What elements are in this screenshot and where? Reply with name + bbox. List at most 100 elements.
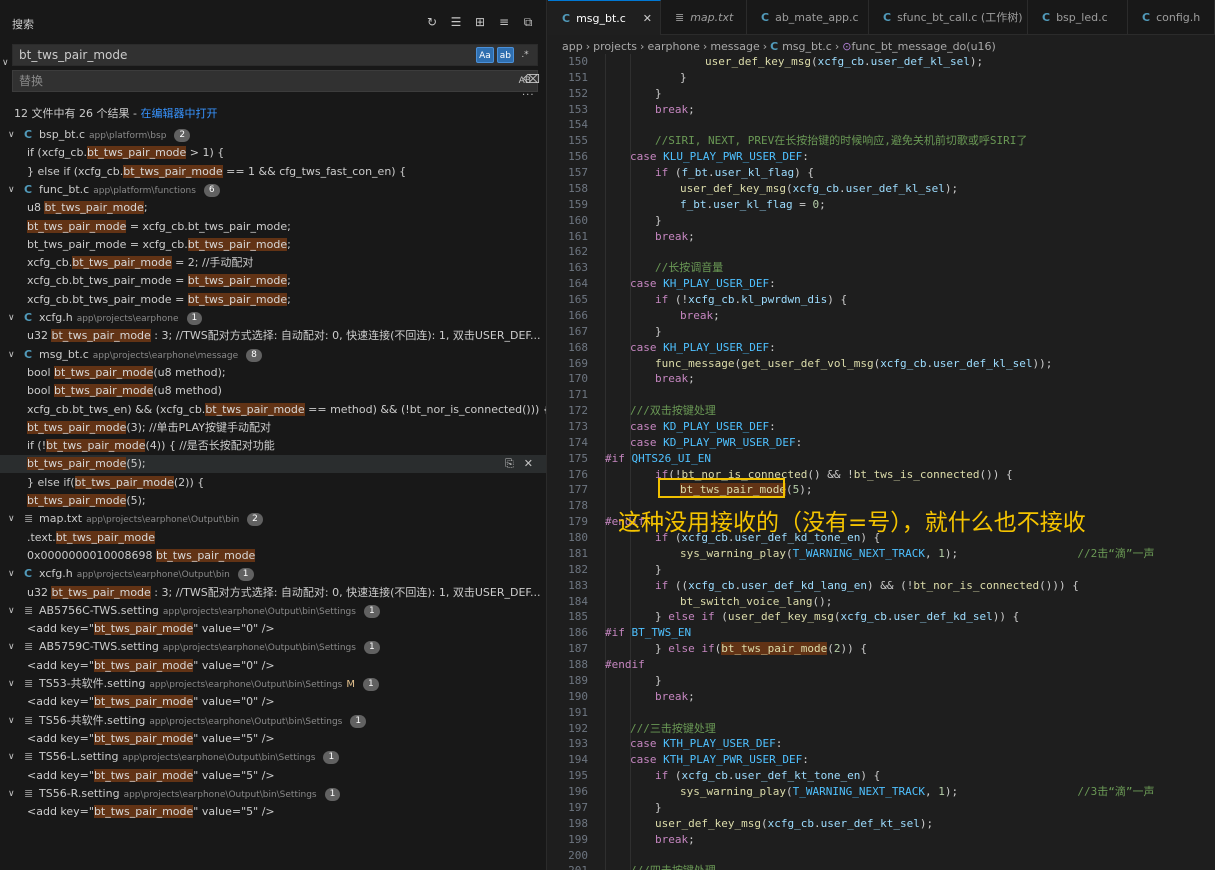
match-count-badge: 2	[247, 513, 263, 527]
result-match-row[interactable]: <add key="bt_tws_pair_mode" value="5" />	[0, 803, 546, 821]
result-file-row[interactable]: ∨ Cbsp_bt.c app\platform\bsp 2	[0, 126, 546, 144]
result-file-row[interactable]: ∨ Cmsg_bt.c app\projects\earphone\message 8	[0, 346, 546, 364]
result-match-row[interactable]: bt_tws_pair_mode = xcfg_cb.bt_tws_pair_m…	[0, 236, 546, 254]
replace-icon[interactable]: ⎘	[505, 455, 514, 473]
close-icon[interactable]: ✕	[643, 1, 652, 35]
chevron-down-icon[interactable]: ∨	[8, 181, 15, 199]
result-match-row[interactable]: u8 bt_tws_pair_mode;	[0, 199, 546, 217]
breadcrumb-item[interactable]: message	[710, 40, 759, 53]
result-file-row[interactable]: ∨ Cxcfg.h app\projects\earphone\Output\bin…	[0, 565, 546, 583]
match-highlight: bt_tws_pair_mode	[205, 402, 305, 416]
result-file-row[interactable]: ∨ ≣ TS56-L.setting app\projects\earphone\Ou…	[0, 748, 546, 766]
result-match-row[interactable]: if (!bt_tws_pair_mode(4)) { //是否长按配对功能	[0, 437, 546, 455]
match-whole-word-toggle[interactable]: ab	[496, 47, 514, 63]
code-line: 162	[548, 244, 1215, 260]
result-match-row[interactable]: xcfg_cb.bt_tws_pair_mode = 2; //手动配对	[0, 254, 546, 272]
match-suffix: : 3; //TWS配对方式选择: 自动配对: 0, 快速连接(不回连): 1,…	[150, 585, 541, 599]
view-as-tree-icon[interactable]: ≡	[496, 14, 512, 30]
c-file-icon: C	[770, 40, 783, 53]
tab-map-txt[interactable]: ≣ map.txt	[661, 0, 747, 35]
toggle-replace-chevron-icon[interactable]: ∨	[2, 58, 9, 68]
result-file-row[interactable]: ∨ ≣ AB5759C-TWS.setting app\projects\earpho…	[0, 638, 546, 656]
code-token: (!	[674, 293, 689, 307]
result-match-row[interactable]: xcfg_cb.bt_tws_pair_mode = bt_tws_pair_m…	[0, 272, 546, 290]
open-in-editor-link[interactable]: 在编辑器中打开	[140, 107, 217, 120]
result-file-row[interactable]: ∨ Cfunc_bt.c app\platform\functions 6	[0, 181, 546, 199]
chevron-down-icon[interactable]: ∨	[8, 712, 15, 730]
match-text: xcfg_cb.bt_tws_pair_mode = bt_tws_pair_m…	[27, 272, 291, 290]
result-match-row[interactable]: if (xcfg_cb.bt_tws_pair_mode > 1) {	[0, 144, 546, 162]
c-file-icon: C	[24, 347, 33, 361]
line-number: 189	[568, 673, 588, 687]
result-match-row[interactable]: bt_tws_pair_mode(5);	[0, 492, 546, 510]
result-match-row[interactable]: u32 bt_tws_pair_mode : 3; //TWS配对方式选择: 自…	[0, 584, 546, 602]
clear-results-icon[interactable]: ☰	[448, 14, 464, 30]
result-match-row[interactable]: <add key="bt_tws_pair_mode" value="5" />	[0, 767, 546, 785]
result-file-row[interactable]: ∨ ≣ AB5756C-TWS.setting app\projects\earpho…	[0, 602, 546, 620]
chevron-down-icon[interactable]: ∨	[8, 748, 15, 766]
tab-config-h[interactable]: Cconfig.h	[1128, 0, 1215, 35]
line-number: 163	[568, 261, 588, 275]
replace-all-icon[interactable]: ⌫	[523, 72, 540, 86]
result-match-row[interactable]: xcfg_cb.bt_tws_en) && (xcfg_cb.bt_tws_pa…	[0, 401, 546, 419]
result-file-row[interactable]: ∨ ≣ map.txt app\projects\earphone\Output\bi…	[0, 510, 546, 528]
use-regex-toggle[interactable]: .*	[517, 47, 533, 63]
code-text: if (f_bt.user_kl_flag) {	[655, 165, 814, 181]
result-match-row[interactable]: <add key="bt_tws_pair_mode" value="5" />	[0, 730, 546, 748]
chevron-down-icon[interactable]: ∨	[8, 309, 15, 327]
tab-bsp-led-c[interactable]: Cbsp_led.c	[1028, 0, 1128, 35]
code-token: );	[944, 546, 1078, 560]
result-match-row[interactable]: } else if (xcfg_cb.bt_tws_pair_mode == 1…	[0, 163, 546, 181]
result-match-row[interactable]: bt_tws_pair_mode = xcfg_cb.bt_tws_pair_m…	[0, 218, 546, 236]
code-token: user_def_key_msg	[727, 610, 834, 624]
collapse-all-icon[interactable]: ⧉	[520, 14, 536, 30]
result-match-row[interactable]: <add key="bt_tws_pair_mode" value="0" />	[0, 620, 546, 638]
breadcrumb-item[interactable]: msg_bt.c	[782, 40, 832, 53]
code-view[interactable]: 150 user_def_key_msg(xcfg_cb.user_def_kl_…	[548, 54, 1215, 870]
result-file-row[interactable]: ∨ ≣ TS53-共软件.setting app\projects\earphone\…	[0, 675, 546, 693]
code-token: user_def_kd_lang_en	[741, 578, 867, 592]
result-match-row[interactable]: xcfg_cb.bt_tws_pair_mode = bt_tws_pair_m…	[0, 291, 546, 309]
tab-ab-mate-app-c[interactable]: Cab_mate_app.c	[747, 0, 869, 35]
result-match-row[interactable]: bt_tws_pair_mode(3); //单击PLAY按键手动配对	[0, 419, 546, 437]
line-number: 190	[568, 689, 588, 703]
chevron-down-icon[interactable]: ∨	[8, 638, 15, 656]
breadcrumb-item[interactable]: earphone	[647, 40, 699, 53]
chevron-down-icon[interactable]: ∨	[8, 346, 15, 364]
replace-input[interactable]: 替换 AB	[12, 70, 538, 92]
more-options-icon[interactable]: ···	[522, 90, 535, 101]
result-match-row[interactable]: } else if(bt_tws_pair_mode(2)) {	[0, 474, 546, 492]
chevron-down-icon[interactable]: ∨	[8, 785, 15, 803]
chevron-down-icon[interactable]: ∨	[8, 602, 15, 620]
result-match-row[interactable]: u32 bt_tws_pair_mode : 3; //TWS配对方式选择: 自…	[0, 327, 546, 345]
dismiss-icon[interactable]: ✕	[524, 455, 533, 473]
result-file-row[interactable]: ∨ Cxcfg.h app\projects\earphone 1	[0, 309, 546, 327]
result-match-row[interactable]: <add key="bt_tws_pair_mode" value="0" />	[0, 657, 546, 675]
result-match-row[interactable]: bool bt_tws_pair_mode(u8 method)	[0, 382, 546, 400]
search-input[interactable]: bt_tws_pair_mode Aa ab .*	[12, 44, 538, 66]
code-text: //长按调音量	[655, 260, 723, 276]
result-file-row[interactable]: ∨ ≣ TS56-R.setting app\projects\earphone\Ou…	[0, 785, 546, 803]
new-search-editor-icon[interactable]: ⊞	[472, 14, 488, 30]
result-match-row[interactable]: <add key="bt_tws_pair_mode" value="0" />	[0, 693, 546, 711]
breadcrumb-item[interactable]: app	[562, 40, 583, 53]
chevron-down-icon[interactable]: ∨	[8, 510, 15, 528]
chevron-down-icon[interactable]: ∨	[8, 126, 15, 144]
result-match-row[interactable]: .text.bt_tws_pair_mode	[0, 529, 546, 547]
chevron-down-icon[interactable]: ∨	[8, 565, 15, 583]
tab-msg-bt-c[interactable]: Cmsg_bt.c ✕	[548, 0, 661, 35]
result-file-row[interactable]: ∨ ≣ TS56-共软件.setting app\projects\earphone\…	[0, 712, 546, 730]
search-options: Aa ab .*	[476, 47, 533, 63]
chevron-down-icon[interactable]: ∨	[8, 675, 15, 693]
breadcrumb-item[interactable]: projects	[593, 40, 637, 53]
tab-sfunc-bt-call-c-[interactable]: Csfunc_bt_call.c (工作树)	[869, 0, 1028, 35]
code-line: 150 user_def_key_msg(xcfg_cb.user_def_kl_…	[548, 54, 1215, 70]
match-case-toggle[interactable]: Aa	[476, 47, 494, 63]
match-suffix: " value="5" />	[193, 805, 275, 819]
refresh-icon[interactable]: ↻	[424, 14, 440, 30]
breadcrumb-item[interactable]: func_bt_message_do(u16)	[851, 40, 995, 53]
result-match-row[interactable]: bt_tws_pair_mode(5); ⎘ ✕	[0, 455, 546, 474]
match-prefix: xcfg_cb.	[27, 256, 73, 270]
result-match-row[interactable]: 0x0000000010008698 bt_tws_pair_mode	[0, 547, 546, 565]
result-match-row[interactable]: bool bt_tws_pair_mode(u8 method);	[0, 364, 546, 382]
